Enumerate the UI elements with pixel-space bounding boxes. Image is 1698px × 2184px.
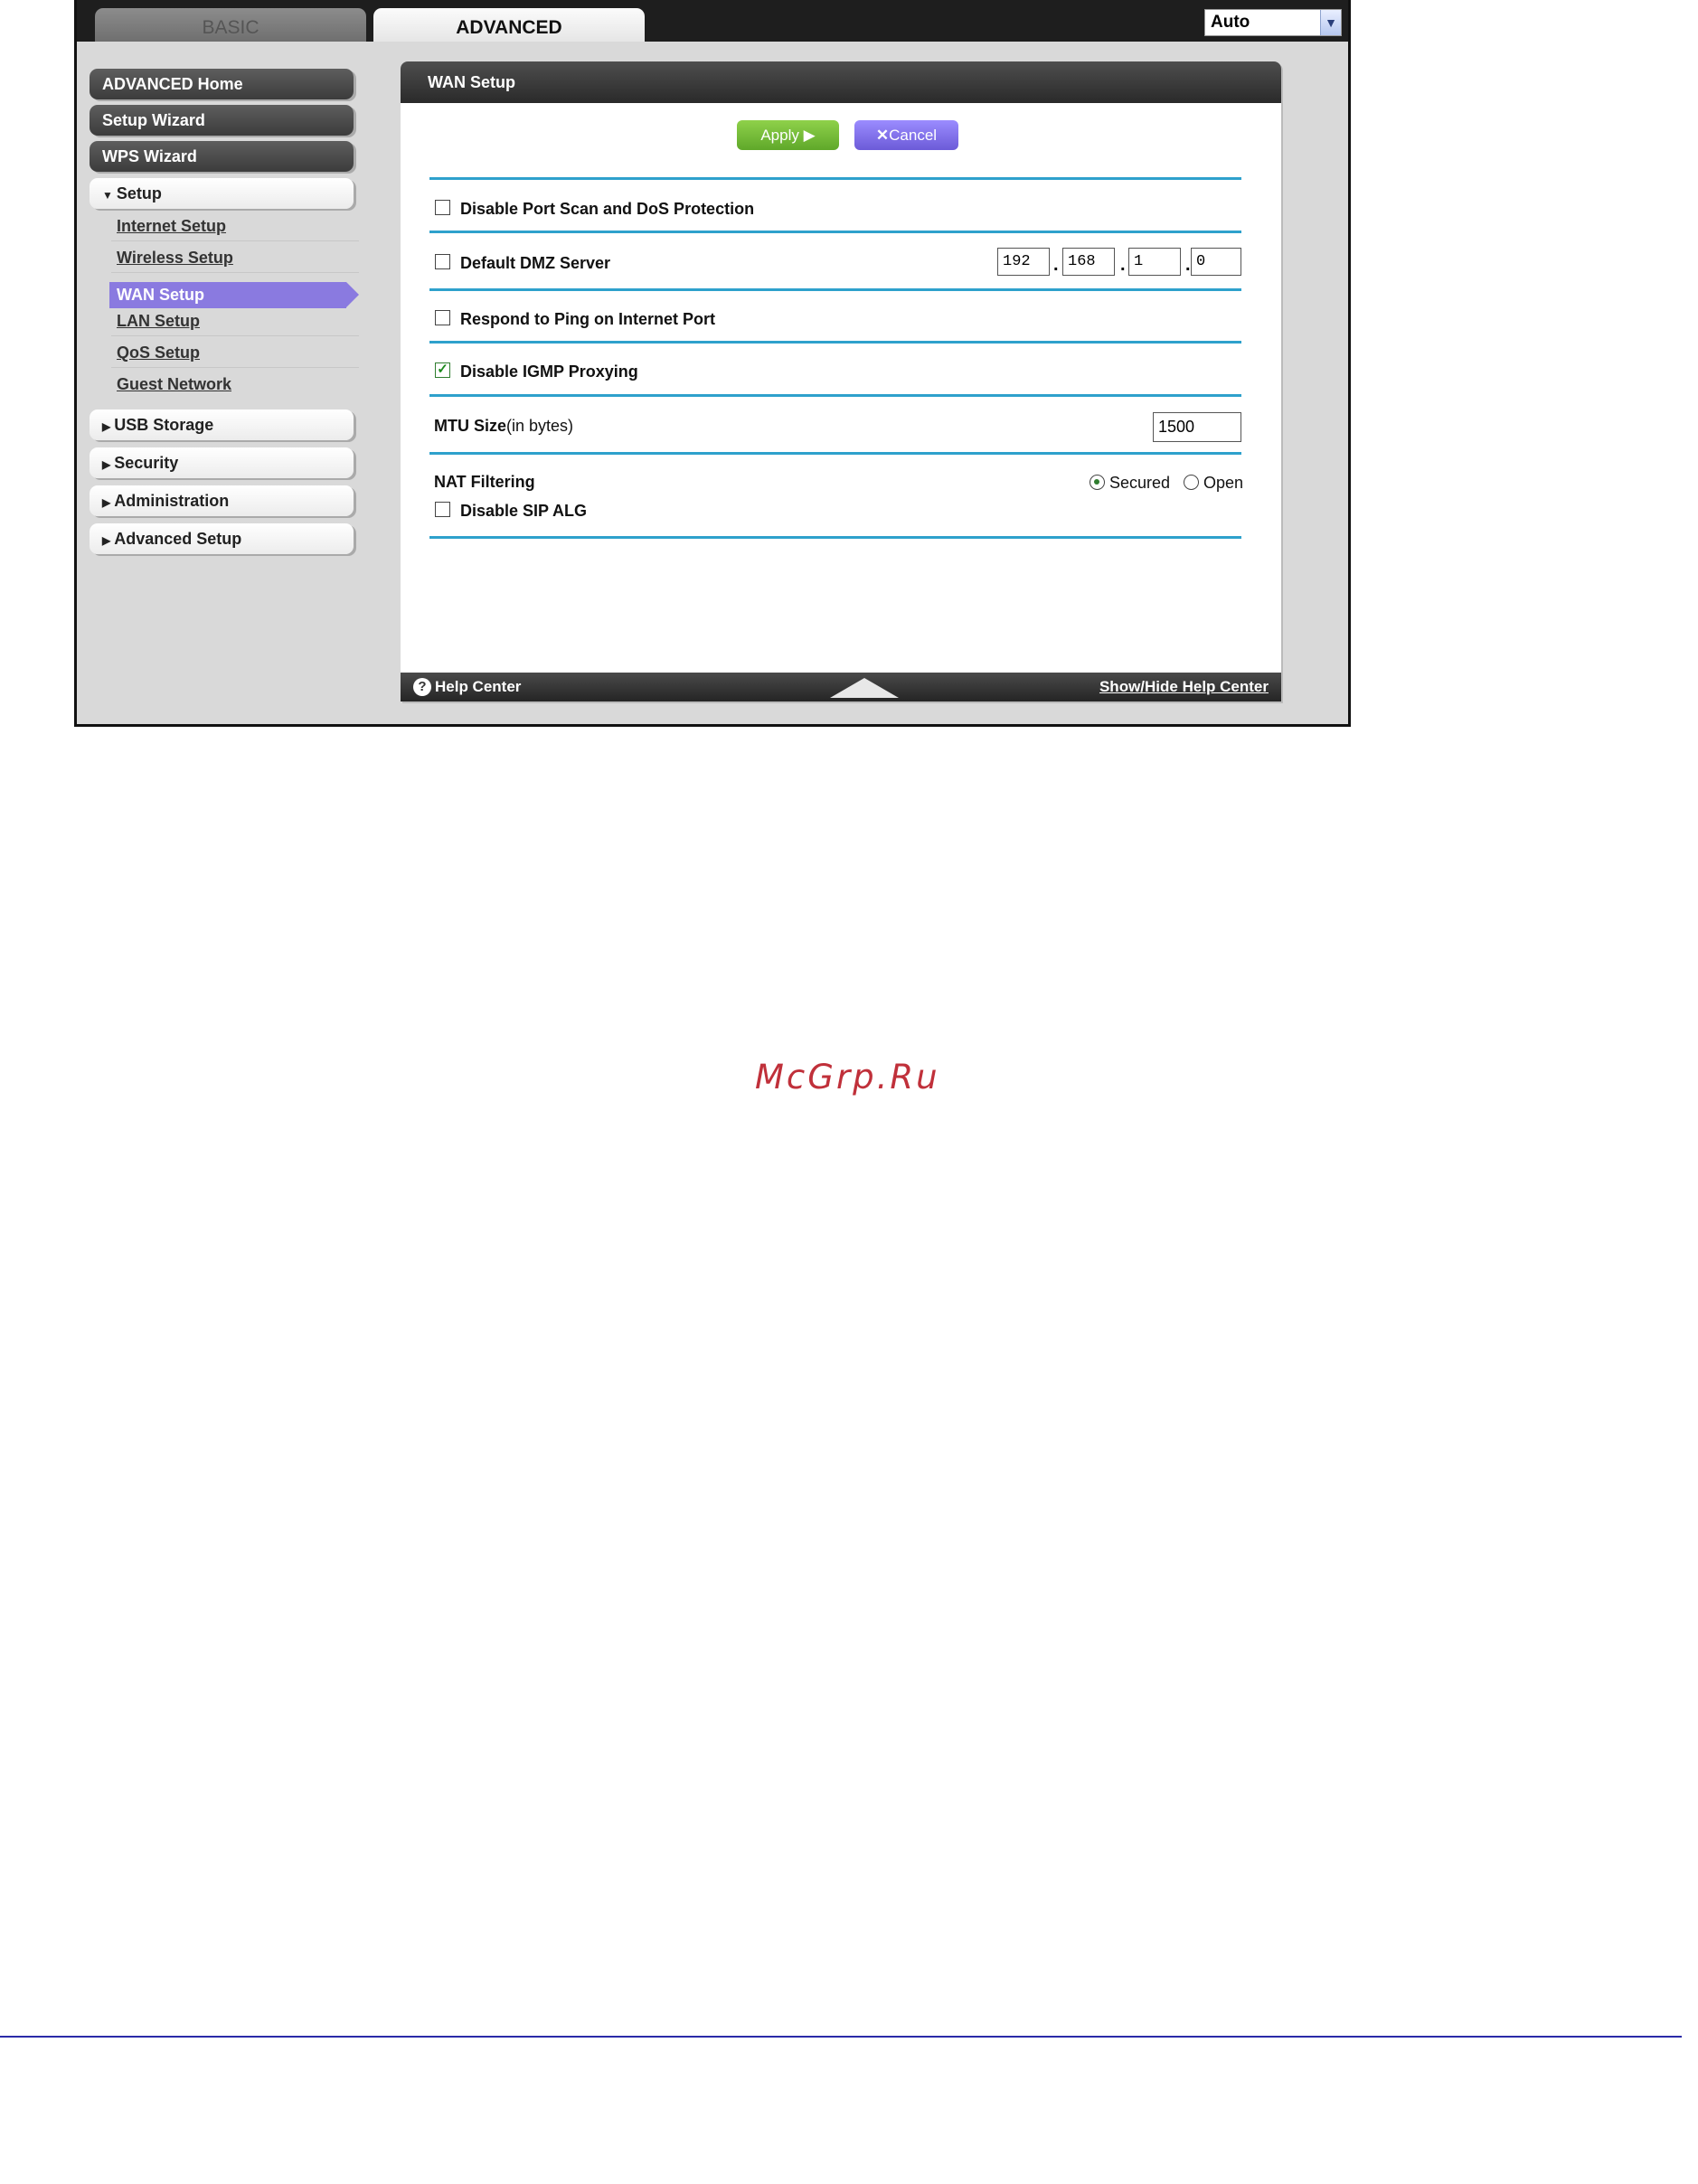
cancel-button-label: Cancel [889, 127, 938, 144]
default-dmz-checkbox[interactable] [435, 254, 450, 269]
sidebar-item-guest-network[interactable]: Guest Network [111, 369, 359, 400]
sidebar-section-setup[interactable]: ▼ Setup [90, 178, 354, 209]
sidebar-section-label: Administration [114, 492, 230, 510]
sidebar-item-lan-setup[interactable]: LAN Setup [111, 306, 359, 336]
nat-filtering-label: NAT Filtering [434, 473, 535, 491]
question-icon[interactable]: ? [413, 678, 431, 696]
divider [429, 288, 1241, 291]
chevron-down-icon[interactable]: ▼ [1320, 10, 1341, 35]
nat-open-radio[interactable] [1184, 475, 1199, 490]
dmz-ip-octet-3[interactable]: 1 [1128, 248, 1181, 276]
triangle-right-icon: ▶ [102, 496, 111, 509]
page-divider [0, 2036, 1682, 2038]
sidebar-item-setup-wizard[interactable]: Setup Wizard [90, 105, 354, 136]
mtu-size-label: MTU Size(in bytes) [434, 417, 573, 436]
mtu-size-label-suffix: (in bytes) [506, 417, 574, 435]
disable-igmp-checkbox[interactable]: ✓ [435, 362, 450, 378]
divider [429, 177, 1241, 180]
sidebar-item-advanced-home[interactable]: ADVANCED Home [90, 69, 354, 99]
respond-ping-checkbox[interactable] [435, 310, 450, 325]
router-admin-screenshot: BASIC ADVANCED Auto ▼ ADVANCED Home Setu… [74, 0, 1351, 727]
default-dmz-label: Default DMZ Server [460, 254, 611, 272]
language-select-value: Auto [1211, 13, 1250, 32]
show-hide-help-link[interactable]: Show/Hide Help Center [1099, 673, 1269, 701]
mtu-size-input[interactable]: 1500 [1153, 412, 1241, 442]
sidebar-section-security[interactable]: ▶ Security [90, 447, 354, 478]
disable-sip-alg-label: Disable SIP ALG [460, 502, 588, 520]
divider [429, 394, 1241, 397]
tab-advanced[interactable]: ADVANCED [373, 8, 645, 42]
triangle-right-icon: ▶ [102, 458, 111, 471]
disable-igmp-label: Disable IGMP Proxying [460, 362, 638, 381]
disable-port-scan-label: Disable Port Scan and DoS Protection [460, 200, 755, 218]
tab-basic[interactable]: BASIC [95, 8, 366, 42]
sidebar-item-wps-wizard[interactable]: WPS Wizard [90, 141, 354, 172]
panel-title: WAN Setup [401, 61, 1281, 103]
sidebar-section-label: USB Storage [114, 416, 214, 434]
sidebar-item-wan-setup[interactable]: WAN Setup [109, 282, 359, 308]
sidebar-section-setup-label: Setup [116, 184, 162, 202]
caret-up-icon[interactable] [830, 678, 899, 698]
ip-dot-separator: . [1185, 255, 1191, 275]
sidebar-section-usb-storage[interactable]: ▶ USB Storage [90, 410, 354, 440]
nat-secured-radio[interactable] [1090, 475, 1105, 490]
ip-dot-separator: . [1053, 255, 1059, 275]
divider [429, 452, 1241, 455]
nat-open-label: Open [1203, 474, 1244, 492]
help-center-label: Help Center [435, 678, 522, 695]
disable-port-scan-checkbox[interactable] [435, 200, 450, 215]
nat-secured-label: Secured [1109, 474, 1171, 492]
ip-dot-separator: . [1120, 255, 1126, 275]
wan-setup-panel: WAN Setup Apply ▶ ✕Cancel Disable Port S… [401, 61, 1281, 701]
sidebar-section-administration[interactable]: ▶ Administration [90, 485, 354, 516]
help-center-bar: ? Help Center Show/Hide Help Center [401, 673, 1281, 701]
watermark: McGrp.Ru [755, 1058, 940, 1097]
sidebar-section-label: Security [114, 454, 179, 472]
dmz-ip-octet-4[interactable]: 0 [1191, 248, 1241, 276]
sidebar-item-qos-setup[interactable]: QoS Setup [111, 337, 359, 368]
sidebar-item-wireless-setup[interactable]: Wireless Setup [111, 242, 359, 273]
language-select[interactable]: Auto ▼ [1204, 9, 1342, 36]
triangle-down-icon: ▼ [102, 189, 113, 202]
cancel-button[interactable]: ✕Cancel [854, 120, 958, 150]
sidebar-item-internet-setup[interactable]: Internet Setup [111, 211, 359, 241]
top-tab-bar: BASIC ADVANCED Auto ▼ [77, 0, 1348, 42]
dmz-ip-octet-2[interactable]: 168 [1062, 248, 1115, 276]
respond-ping-label: Respond to Ping on Internet Port [460, 310, 715, 328]
sidebar-section-advanced-setup[interactable]: ▶ Advanced Setup [90, 523, 354, 554]
disable-sip-alg-checkbox[interactable] [435, 502, 450, 517]
dmz-ip-octet-1[interactable]: 192 [997, 248, 1050, 276]
divider [429, 536, 1241, 539]
triangle-right-icon: ▶ [102, 420, 111, 433]
sidebar-section-label: Advanced Setup [114, 530, 242, 548]
divider [429, 231, 1241, 233]
check-icon: ✓ [437, 362, 448, 377]
close-icon: ✕ [875, 127, 890, 144]
triangle-right-icon: ▶ [102, 534, 111, 547]
mtu-size-label-bold: MTU Size [434, 417, 507, 435]
divider [429, 341, 1241, 344]
apply-button[interactable]: Apply ▶ [737, 120, 839, 150]
